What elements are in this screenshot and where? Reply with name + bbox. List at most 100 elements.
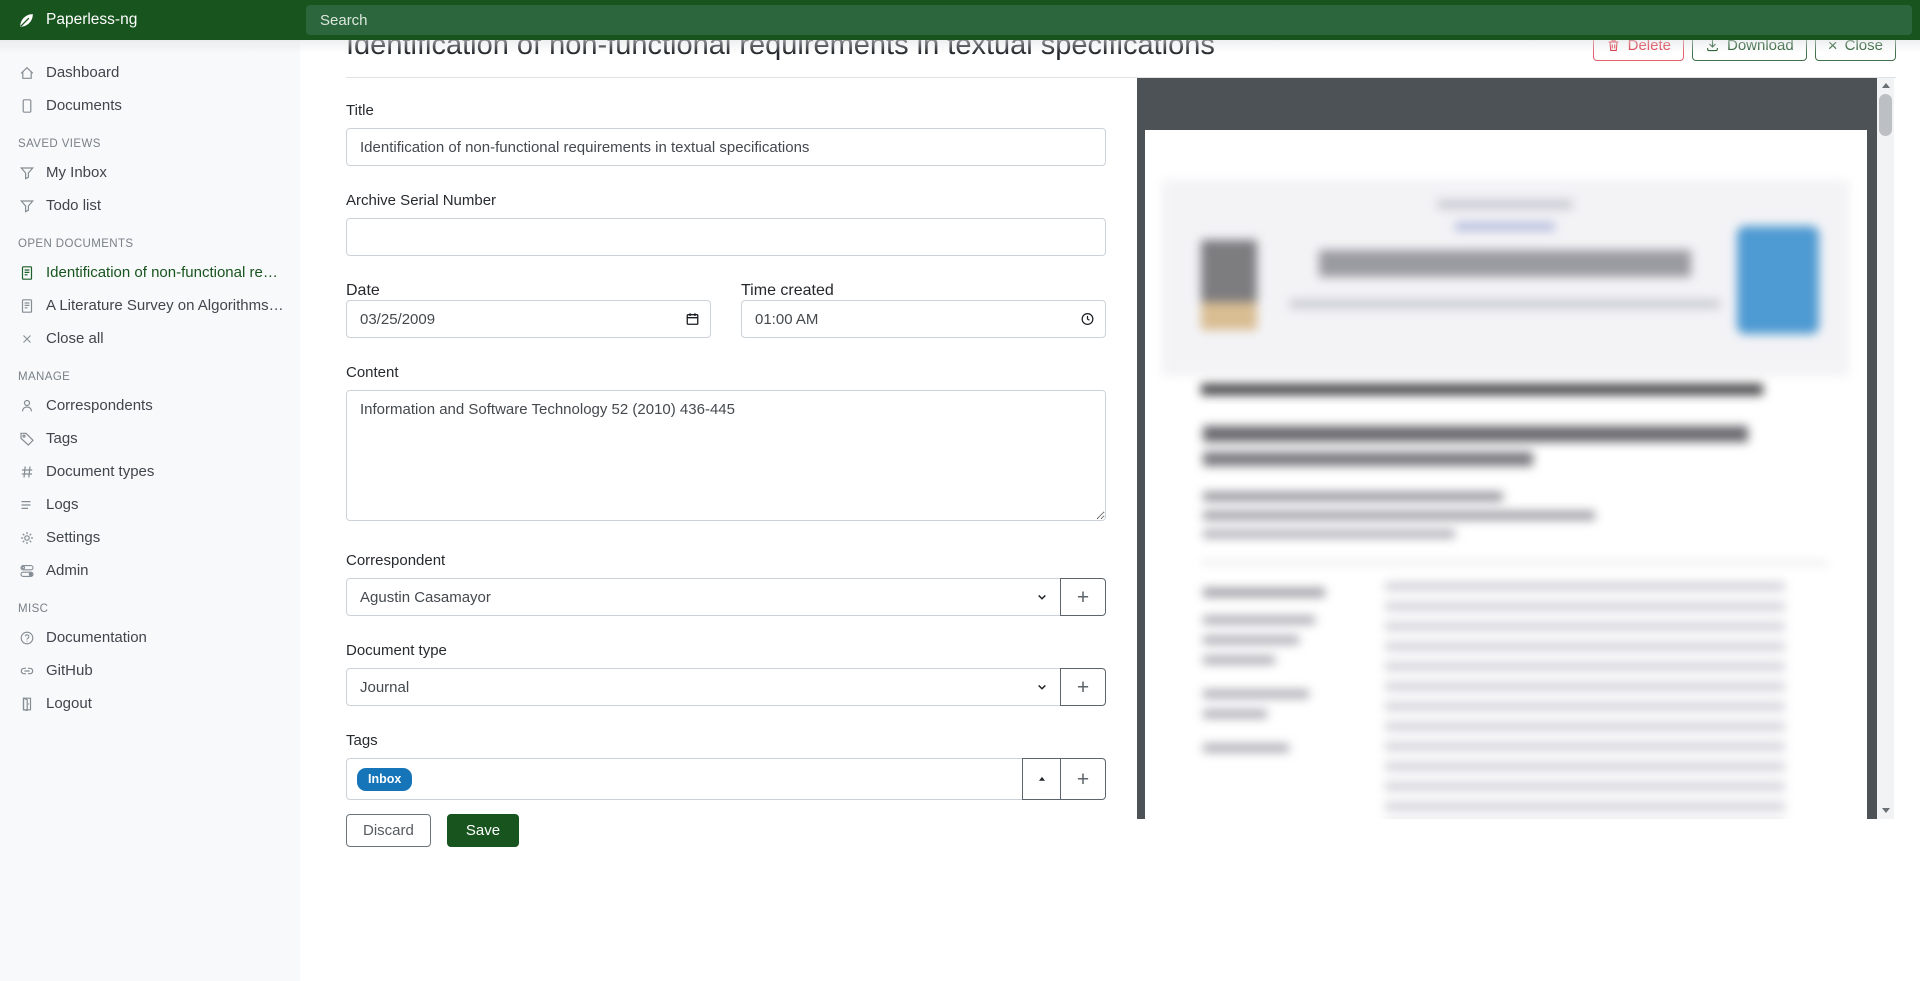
add-document-type-button[interactable]: + bbox=[1060, 668, 1106, 706]
tags-label: Tags bbox=[346, 732, 1106, 749]
abstract-text-block bbox=[1385, 582, 1785, 819]
discard-button[interactable]: Discard bbox=[346, 814, 431, 847]
chevron-down-icon bbox=[1035, 590, 1049, 604]
sidebar-item-github[interactable]: GitHub bbox=[0, 654, 300, 687]
sidebar-item-label: Admin bbox=[46, 562, 89, 579]
add-correspondent-button[interactable]: + bbox=[1060, 578, 1106, 616]
save-button[interactable]: Save bbox=[447, 814, 519, 847]
pdf-page bbox=[1145, 130, 1867, 819]
sidebar-item-my-inbox[interactable]: My Inbox bbox=[0, 156, 300, 189]
correspondent-select[interactable]: Agustin Casamayor bbox=[346, 578, 1061, 616]
sidebar-item-label: Identification of non-functional require… bbox=[46, 264, 286, 281]
date-input[interactable] bbox=[346, 300, 711, 338]
archive-serial-number-input[interactable] bbox=[346, 218, 1106, 256]
scrollbar-up-arrow[interactable] bbox=[1877, 78, 1894, 92]
plus-icon: + bbox=[1077, 677, 1089, 698]
top-navbar: Paperless-ng bbox=[0, 0, 1920, 40]
content-textarea[interactable]: Information and Software Technology 52 (… bbox=[346, 390, 1106, 521]
search-input[interactable] bbox=[306, 5, 1912, 35]
time-created-label: Time created bbox=[741, 282, 834, 299]
correspondent-value: Agustin Casamayor bbox=[360, 589, 491, 606]
pdf-preview-panel bbox=[1137, 78, 1894, 819]
sidebar-item-label: Document types bbox=[46, 463, 154, 480]
document-type-value: Journal bbox=[360, 679, 409, 696]
filter-funnel-icon bbox=[18, 197, 35, 214]
sidebar-item-label: Todo list bbox=[46, 197, 101, 214]
app-brand[interactable]: Paperless-ng bbox=[0, 11, 300, 30]
sidebar-item-tags[interactable]: Tags bbox=[0, 422, 300, 455]
sidebar-item-correspondents[interactable]: Correspondents bbox=[0, 389, 300, 422]
sidebar-item-document-types[interactable]: Document types bbox=[0, 455, 300, 488]
content-label: Content bbox=[346, 364, 1106, 381]
close-icon bbox=[18, 330, 35, 347]
sidebar-item-todo-list[interactable]: Todo list bbox=[0, 189, 300, 222]
pdf-scrollbar[interactable] bbox=[1877, 78, 1894, 819]
main-content: Identification of non-functional require… bbox=[300, 0, 1920, 847]
sidebar-item-label: Dashboard bbox=[46, 64, 119, 81]
caret-up-icon bbox=[1036, 773, 1048, 785]
sidebar-section-open-documents: OPEN DOCUMENTS bbox=[0, 222, 300, 256]
hash-icon bbox=[18, 463, 35, 480]
sidebar-open-doc-1[interactable]: Identification of non-functional require… bbox=[0, 256, 300, 289]
link-icon bbox=[18, 662, 35, 679]
sidebar-item-logs[interactable]: Logs bbox=[0, 488, 300, 521]
banner-text-line bbox=[1455, 222, 1555, 231]
author-line bbox=[1203, 530, 1455, 538]
plus-icon: + bbox=[1077, 769, 1089, 790]
tags-dropdown-toggle[interactable] bbox=[1022, 758, 1061, 800]
sidebar-item-dashboard[interactable]: Dashboard bbox=[0, 56, 300, 89]
sidebar-item-label: My Inbox bbox=[46, 164, 107, 181]
sidebar-item-documentation[interactable]: Documentation bbox=[0, 621, 300, 654]
blurred-document-content bbox=[1145, 130, 1867, 819]
tag-icon bbox=[18, 430, 35, 447]
article-title-line bbox=[1203, 426, 1748, 442]
add-tag-button[interactable]: + bbox=[1060, 758, 1106, 800]
journal-title-bar bbox=[1319, 250, 1691, 277]
document-type-select[interactable]: Journal bbox=[346, 668, 1061, 706]
tag-badge-inbox[interactable]: Inbox bbox=[357, 768, 412, 791]
banner-text-line bbox=[1438, 200, 1573, 209]
time-created-input[interactable] bbox=[741, 300, 1106, 338]
calendar-icon[interactable] bbox=[685, 312, 700, 327]
publisher-logo bbox=[1737, 226, 1819, 334]
sidebar-item-admin[interactable]: Admin bbox=[0, 554, 300, 587]
person-icon bbox=[18, 397, 35, 414]
leaf-logo-icon bbox=[17, 11, 36, 30]
sidebar-item-documents[interactable]: Documents bbox=[0, 89, 300, 122]
sidebar-item-settings[interactable]: Settings bbox=[0, 521, 300, 554]
thin-rule bbox=[1201, 562, 1827, 564]
sidebar-item-label: Correspondents bbox=[46, 397, 153, 414]
sidebar-section-misc: MISC bbox=[0, 587, 300, 621]
file-text-icon bbox=[18, 297, 35, 314]
journal-header-banner bbox=[1161, 180, 1849, 376]
document-edit-form: Title Archive Serial Number Date bbox=[346, 78, 1106, 847]
article-info-line bbox=[1203, 656, 1275, 664]
sidebar-item-close-all[interactable]: Close all bbox=[0, 322, 300, 355]
sidebar-section-saved-views: SAVED VIEWS bbox=[0, 122, 300, 156]
sidebar-open-doc-2[interactable]: A Literature Survey on Algorithms for Mu… bbox=[0, 289, 300, 322]
document-icon bbox=[18, 97, 35, 114]
date-label: Date bbox=[346, 282, 380, 299]
article-title-line bbox=[1203, 452, 1533, 466]
sidebar-item-label: Documents bbox=[46, 97, 122, 114]
banner-text-line bbox=[1290, 300, 1720, 308]
scrollbar-down-arrow[interactable] bbox=[1877, 803, 1894, 817]
filter-funnel-icon bbox=[18, 164, 35, 181]
title-input[interactable] bbox=[346, 128, 1106, 166]
article-info-line bbox=[1203, 690, 1309, 698]
clock-icon[interactable] bbox=[1080, 312, 1095, 327]
article-info-line bbox=[1203, 616, 1315, 624]
sidebar-item-label: Logout bbox=[46, 695, 92, 712]
sidebar-item-logout[interactable]: Logout bbox=[0, 687, 300, 720]
list-lines-icon bbox=[18, 496, 35, 513]
brand-name: Paperless-ng bbox=[46, 11, 137, 29]
sidebar-item-label: Tags bbox=[46, 430, 78, 447]
heavy-rule bbox=[1201, 384, 1763, 395]
sidebar-item-label: Logs bbox=[46, 496, 79, 513]
document-type-label: Document type bbox=[346, 642, 1106, 659]
chevron-down-icon bbox=[1035, 680, 1049, 694]
scrollbar-thumb[interactable] bbox=[1879, 94, 1892, 136]
article-info-line bbox=[1203, 710, 1267, 718]
tags-input[interactable]: Inbox bbox=[346, 758, 1023, 800]
article-info-heading bbox=[1203, 588, 1325, 597]
